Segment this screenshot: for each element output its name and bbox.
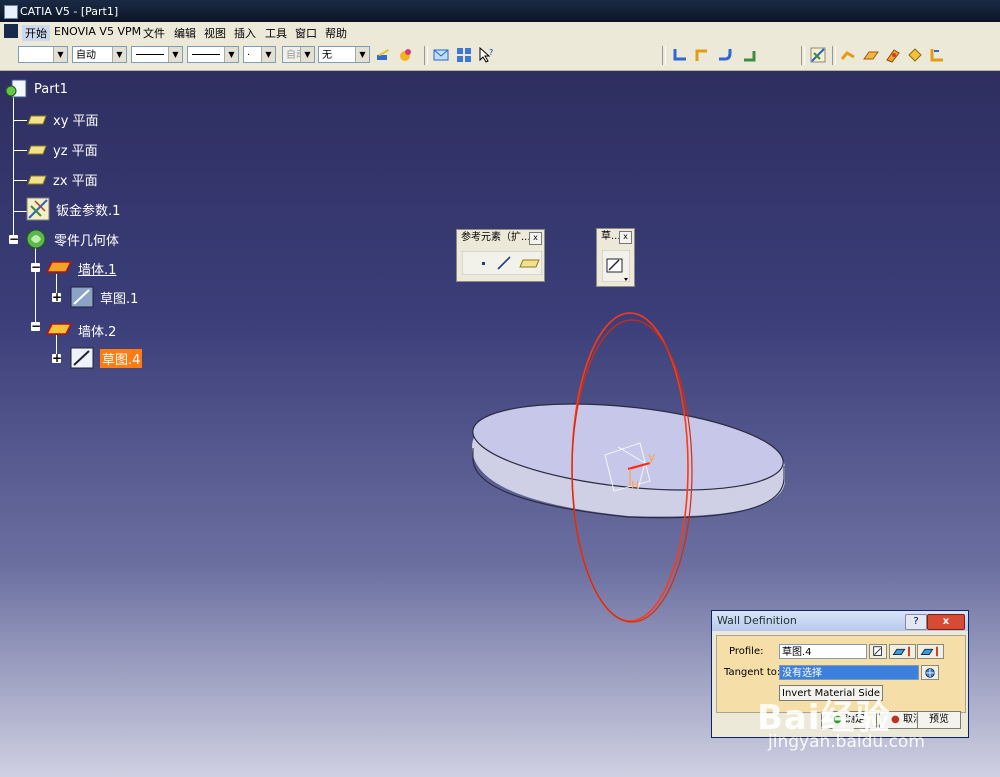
menu-bar: 开始 ENOVIA V5 VPM 文件 编辑 视图 插入 工具 窗口 帮助: [0, 22, 1000, 42]
selection-icon[interactable]: [921, 665, 939, 680]
hem-icon[interactable]: [742, 47, 758, 63]
thickness-combo[interactable]: ▼: [187, 46, 239, 63]
painter-icon[interactable]: [375, 47, 391, 63]
close-icon[interactable]: x: [529, 232, 542, 245]
flange-icon[interactable]: [694, 47, 710, 63]
sketch-icon: [70, 347, 94, 369]
tree-node-part-body[interactable]: 零件几何体: [24, 228, 119, 250]
reference-elements-toolbar: 参考元素（扩... x: [456, 229, 545, 282]
help-button[interactable]: ?: [905, 614, 927, 630]
grid-icon[interactable]: [456, 47, 472, 63]
tree-node-xy-plane[interactable]: xy 平面: [27, 110, 99, 129]
envelope-icon[interactable]: [433, 47, 449, 63]
tree-node-part1[interactable]: Part1: [4, 79, 68, 99]
tangent-field[interactable]: 没有选择: [779, 665, 919, 680]
close-button[interactable]: x: [927, 614, 965, 630]
transparency-combo[interactable]: 自动 ▼: [72, 46, 127, 63]
tree-node-zx-plane[interactable]: zx 平面: [27, 170, 98, 189]
wall-direction-alt-icon[interactable]: [917, 644, 944, 659]
menu-help[interactable]: 帮助: [325, 25, 347, 41]
collapse-icon[interactable]: −: [31, 320, 41, 332]
chevron-down-icon: ▼: [261, 47, 275, 62]
chevron-down-icon: ▼: [168, 47, 182, 62]
menu-start[interactable]: 开始: [22, 25, 50, 41]
sketch-toolbar: 草... x: [596, 228, 635, 287]
expand-icon[interactable]: +: [52, 291, 62, 303]
wall-direction-icon[interactable]: [889, 644, 916, 659]
plane-icon: [27, 115, 47, 124]
point-combo[interactable]: · ▼: [243, 46, 276, 63]
sheet-params-icon[interactable]: [810, 47, 826, 63]
menu-insert[interactable]: 插入: [234, 25, 256, 41]
layer-combo[interactable]: 自动 ▼: [282, 46, 315, 63]
app-menu-icon[interactable]: [4, 24, 18, 38]
axis-y-label: y: [648, 450, 656, 464]
tree-node-sketch1[interactable]: 草图.1: [70, 286, 138, 308]
plane-icon[interactable]: [519, 259, 540, 268]
svg-text:?: ?: [489, 48, 493, 57]
body-icon: [26, 229, 46, 249]
title-bar: CATIA V5 - [Part1]: [0, 0, 1000, 22]
menu-tools[interactable]: 工具: [265, 25, 287, 41]
unfold-icon[interactable]: [840, 47, 856, 63]
sheet-params-icon: [26, 197, 50, 221]
menu-file[interactable]: 文件: [143, 25, 165, 41]
line-sample: [136, 54, 164, 55]
cutout-icon[interactable]: [863, 47, 879, 63]
corner-icon[interactable]: [907, 47, 923, 63]
expand-icon[interactable]: +: [52, 352, 62, 364]
tree-node-wall2[interactable]: 墙体.2: [46, 321, 116, 340]
sketcher-icon[interactable]: [602, 250, 630, 282]
cancel-icon: ●: [891, 714, 900, 725]
color-palette-icon[interactable]: [397, 47, 413, 63]
sketch-icon[interactable]: [869, 644, 887, 659]
wall-feature-icon: [46, 260, 72, 273]
sketch-icon: [70, 286, 94, 308]
chevron-down-icon: ▼: [224, 47, 238, 62]
wall-feature-icon: [46, 322, 72, 335]
dialog-title: Wall Definition: [717, 614, 797, 627]
point-icon[interactable]: [482, 262, 485, 265]
close-icon[interactable]: x: [619, 231, 632, 244]
tree-node-sheet-params[interactable]: 钣金参数.1: [26, 197, 120, 221]
filter-combo[interactable]: 无 ▼: [318, 46, 370, 63]
catia-logo-icon: [4, 5, 18, 19]
wall-icon[interactable]: [672, 47, 688, 63]
linetype-combo[interactable]: ▼: [131, 46, 183, 63]
menu-view[interactable]: 视图: [204, 25, 226, 41]
plane-icon: [27, 175, 47, 184]
line-sample: [192, 54, 220, 55]
chevron-down-icon: ▼: [53, 47, 67, 62]
watermark-url: jingyan.baidu.com: [768, 732, 925, 752]
bend-icon[interactable]: [717, 47, 733, 63]
tree-node-yz-plane[interactable]: yz 平面: [27, 140, 98, 159]
tangent-label: Tangent to:: [724, 667, 781, 678]
window-title: CATIA V5 - [Part1]: [20, 5, 119, 18]
plane-icon: [27, 145, 47, 154]
profile-field[interactable]: 草图.4: [779, 644, 867, 659]
chevron-down-icon: ▼: [112, 47, 126, 62]
collapse-icon[interactable]: −: [31, 261, 41, 273]
tree-node-wall1[interactable]: 墙体.1: [46, 259, 116, 278]
stamp-icon[interactable]: [885, 47, 901, 63]
menu-window[interactable]: 窗口: [295, 25, 317, 41]
part-icon: [5, 79, 27, 98]
chevron-down-icon: ▼: [355, 47, 369, 62]
chevron-down-icon: ▼: [300, 47, 314, 62]
profile-label: Profile:: [729, 646, 764, 657]
collapse-icon[interactable]: −: [9, 233, 19, 245]
properties-toolbar: ▼ 自动 ▼ ▼ ▼ · ▼ 自动 ▼ 无 ▼ ?: [0, 41, 1000, 71]
chamfer-icon[interactable]: [929, 47, 945, 63]
preview-button[interactable]: 预览: [917, 711, 961, 729]
color-combo[interactable]: ▼: [18, 46, 68, 63]
menu-edit[interactable]: 编辑: [174, 25, 196, 41]
axis-h-label: H: [631, 479, 640, 492]
tree-node-sketch4[interactable]: 草图.4: [70, 347, 143, 369]
menu-enovia[interactable]: ENOVIA V5 VPM: [54, 25, 141, 38]
select-help-icon[interactable]: ?: [478, 47, 494, 63]
